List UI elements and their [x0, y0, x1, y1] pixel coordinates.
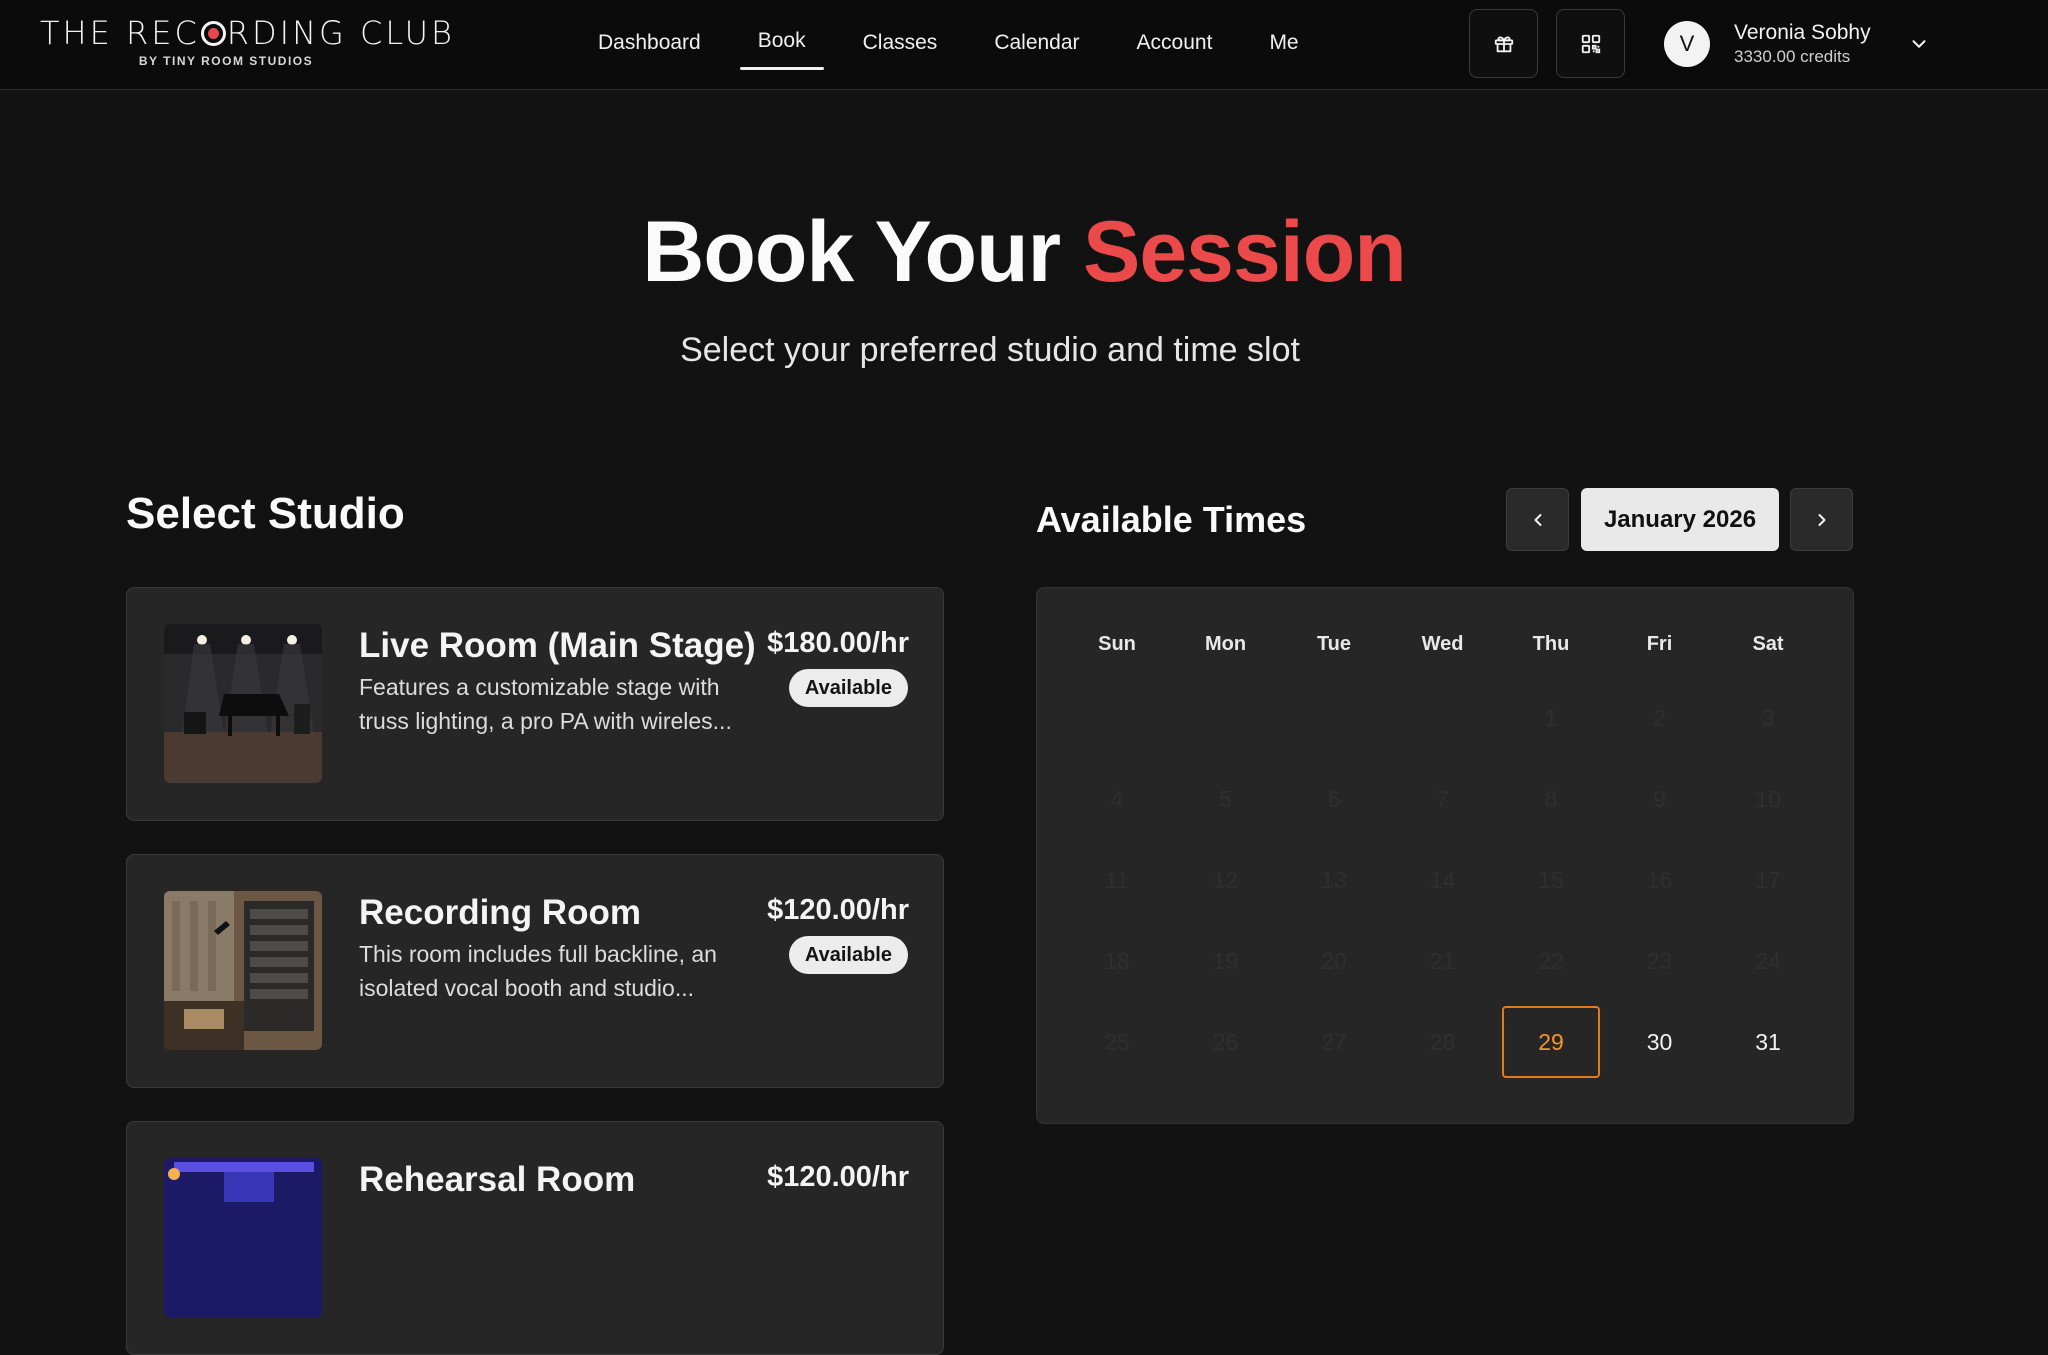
calendar-day: 28 [1429, 1029, 1456, 1055]
calendar-day: 19 [1212, 948, 1239, 974]
calendar-day: 14 [1429, 867, 1456, 893]
weekday-label: Tue [1316, 633, 1352, 655]
user-credits: 3330.00 credits [1734, 47, 1851, 66]
calendar-day: 21 [1429, 948, 1456, 974]
calendar-day: 5 [1219, 786, 1232, 812]
brand-name-part-2: RDING CLUB [226, 14, 455, 52]
studio-photo-rehearsal-room [164, 1158, 322, 1317]
calendar-day: 23 [1646, 948, 1673, 974]
calendar-day: 25 [1104, 1029, 1130, 1055]
select-studio-heading: Select Studio [126, 489, 405, 538]
calendar-day: 1 [1544, 705, 1558, 731]
calendar-day: 6 [1327, 786, 1341, 812]
studio-card-rehearsal-room[interactable]: Rehearsal Room $120.00/hr [126, 1121, 944, 1355]
nav-me[interactable]: Me [1251, 0, 1316, 90]
page-subtitle: Select your preferred studio and time sl… [680, 331, 1300, 369]
calendar-day: 8 [1544, 786, 1558, 812]
studio-price: $180.00/hr [767, 627, 909, 659]
nav-book[interactable]: Book [739, 0, 824, 88]
studio-card-recording-room[interactable]: Recording Room This room includes full b… [126, 854, 944, 1088]
nav-calendar[interactable]: Calendar [976, 0, 1097, 90]
chevron-left-icon [1534, 513, 1541, 526]
weekday-label: Sat [1752, 633, 1784, 655]
brand-logo[interactable]: THE REC RDING CLUB BY TINY ROOM STUDIOS [40, 14, 452, 68]
calendar-day: 15 [1538, 867, 1564, 893]
user-name: Veronia Sobhy [1734, 21, 1871, 44]
calendar-day: 20 [1321, 948, 1347, 974]
studio-description: This room includes full backline, an iso… [359, 941, 717, 1001]
calendar-day: 22 [1538, 948, 1564, 974]
user-menu[interactable]: V Veronia Sobhy 3330.00 credits [1664, 19, 1926, 69]
calendar-day: 13 [1321, 867, 1347, 893]
gift-button[interactable] [1469, 9, 1538, 78]
status-badge: Available [788, 936, 908, 974]
weekday-label: Wed [1421, 633, 1464, 655]
calendar-day: 7 [1436, 786, 1449, 812]
gift-icon [1494, 35, 1513, 52]
calendar-day: 17 [1755, 867, 1781, 893]
chevron-right-icon [1818, 513, 1825, 526]
weekday-label: Fri [1646, 633, 1673, 655]
brand-name-part-1: THE REC [40, 14, 200, 52]
studio-name: Recording Room [359, 893, 641, 932]
record-dot-icon [200, 21, 226, 46]
studio-price: $120.00/hr [767, 894, 909, 926]
studio-photo-recording-room [164, 891, 322, 1050]
brand-name: THE REC RDING CLUB [40, 14, 452, 52]
calendar-day: 24 [1755, 948, 1781, 974]
main-nav: Dashboard Book Classes Calendar Account … [580, 0, 1338, 90]
calendar-day: 26 [1212, 1029, 1239, 1055]
calendar-day: 11 [1105, 867, 1129, 893]
user-info: Veronia Sobhy 3330.00 credits [1734, 20, 1871, 68]
weekday-label: Sun [1098, 633, 1136, 655]
previous-month-button[interactable] [1506, 488, 1569, 551]
current-month-label[interactable]: January 2026 [1581, 488, 1779, 551]
studio-card-live-room[interactable]: Live Room (Main Stage) Features a custom… [126, 587, 944, 821]
studio-name: Live Room (Main Stage) [359, 626, 756, 665]
calendar-grid: Sun Mon Tue Wed Thu Fri Sat 1 2 3 4 5 6 7 8 9 10 11 12 13 14… [1036, 587, 1854, 1124]
avatar: V [1664, 21, 1710, 67]
calendar-day: 12 [1212, 867, 1239, 893]
studio-name: Rehearsal Room [359, 1160, 636, 1199]
studio-description: Features a customizable stage with truss… [359, 674, 732, 734]
calendar-day: 10 [1755, 786, 1781, 812]
calendar-day[interactable]: 31 [1719, 1006, 1817, 1078]
calendar-day: 4 [1110, 786, 1124, 812]
status-badge: Available [788, 669, 908, 707]
calendar-day-selected[interactable]: 29 [1502, 1006, 1600, 1078]
top-navigation-bar: THE REC RDING CLUB BY TINY ROOM STUDIOS D… [0, 0, 2048, 90]
chevron-down-icon[interactable] [1908, 33, 1930, 55]
page-title-plain: Book Your [642, 204, 1083, 300]
brand-subtitle: BY TINY ROOM STUDIOS [138, 54, 314, 68]
studio-price: $120.00/hr [767, 1161, 909, 1193]
available-times-heading: Available Times [1036, 499, 1307, 540]
next-month-button[interactable] [1790, 488, 1853, 551]
qr-code-button[interactable] [1556, 9, 1625, 78]
calendar-day: 27 [1321, 1029, 1347, 1055]
studio-photo-live-room [164, 624, 322, 783]
qr-code-icon [1581, 34, 1600, 53]
calendar-day[interactable]: 30 [1611, 1006, 1709, 1078]
nav-account[interactable]: Account [1119, 0, 1231, 90]
calendar-day: 2 [1653, 705, 1666, 731]
calendar-day: 3 [1761, 705, 1775, 731]
nav-classes[interactable]: Classes [845, 0, 956, 90]
weekday-label: Thu [1532, 633, 1570, 655]
page-title: Book Your Session [0, 202, 2048, 302]
page-title-accent: Session [1082, 204, 1407, 300]
calendar-day: 9 [1653, 786, 1666, 812]
weekday-label: Mon [1204, 633, 1247, 655]
calendar-day: 16 [1646, 867, 1673, 893]
nav-dashboard[interactable]: Dashboard [580, 0, 719, 90]
calendar-day: 18 [1104, 948, 1130, 974]
